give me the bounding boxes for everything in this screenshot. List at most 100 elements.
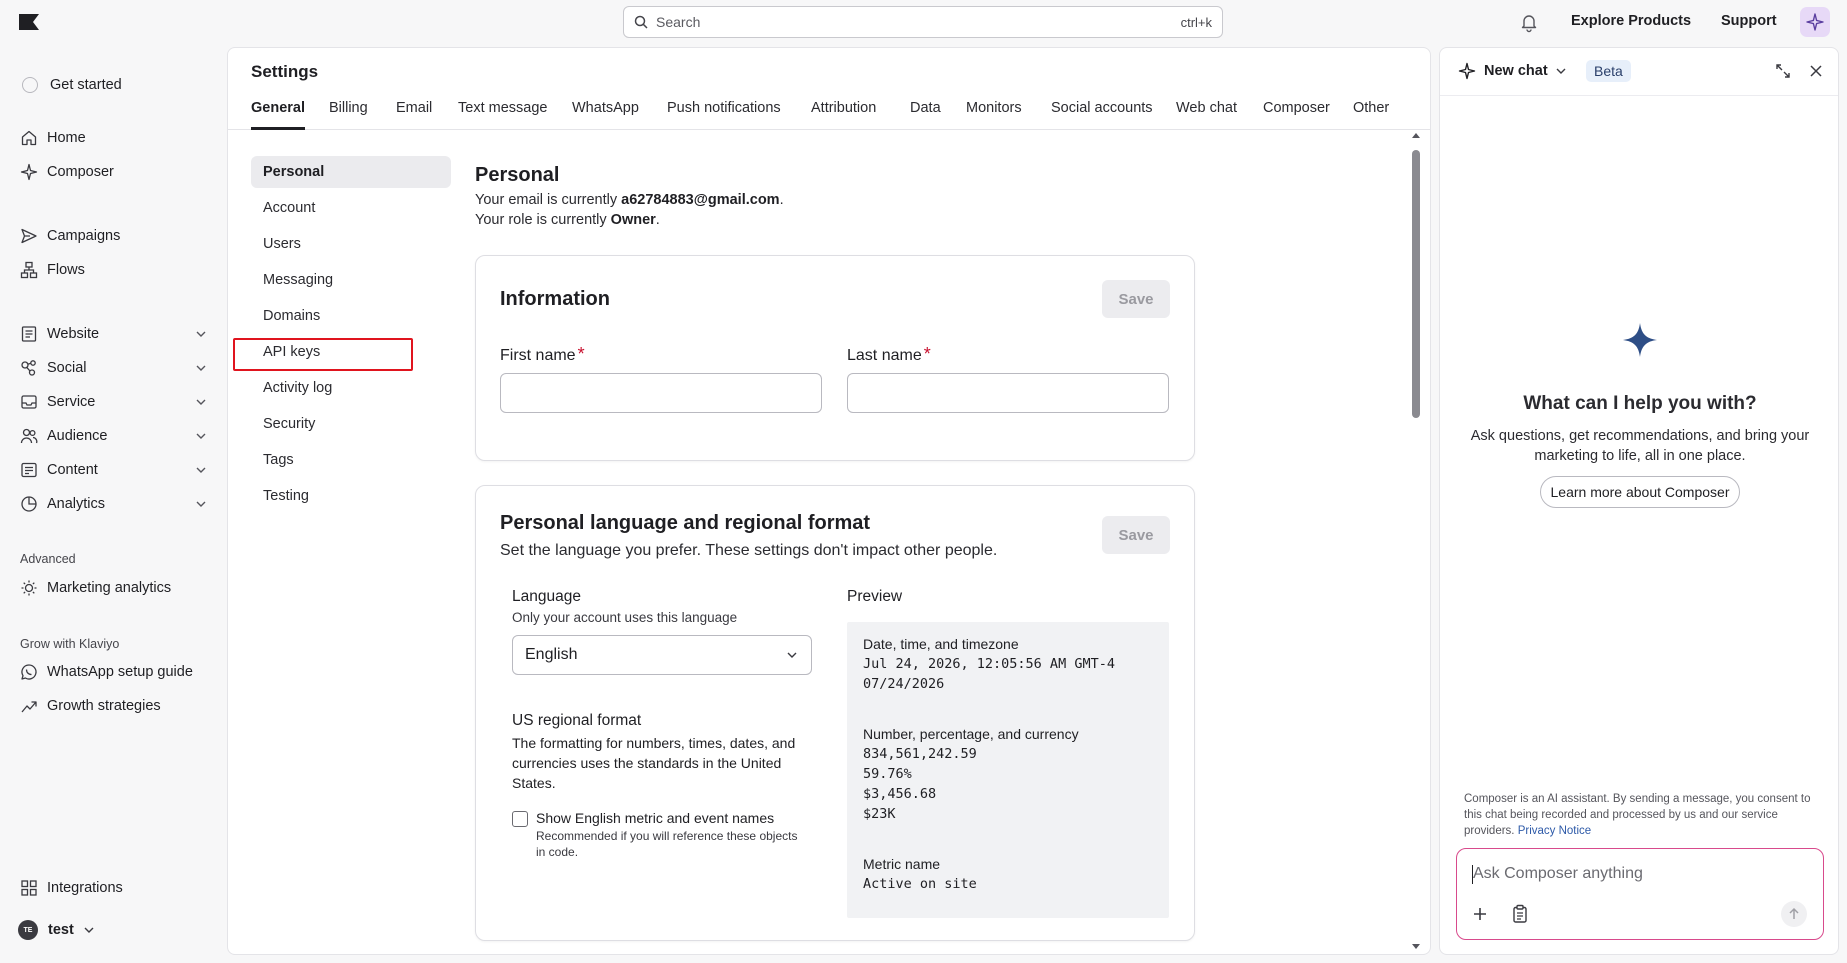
nav-get-started[interactable]: Get started bbox=[20, 73, 210, 97]
subnav-messaging[interactable]: Messaging bbox=[251, 264, 451, 296]
user-menu[interactable]: TE test bbox=[18, 920, 96, 940]
scroll-thumb[interactable] bbox=[1412, 150, 1420, 418]
language-card-title: Personal language and regional format bbox=[500, 512, 871, 534]
nav-website[interactable]: Website bbox=[20, 322, 210, 346]
sparkle-icon bbox=[1458, 62, 1476, 80]
notification-bell-icon[interactable] bbox=[1518, 11, 1540, 33]
tab-composer[interactable]: Composer bbox=[1263, 100, 1330, 116]
nav-audience[interactable]: Audience bbox=[20, 424, 210, 448]
disclaimer-text: Composer is an AI assistant. By sending … bbox=[1464, 793, 1811, 837]
tab-social-accounts[interactable]: Social accounts bbox=[1051, 100, 1153, 116]
grid-icon bbox=[21, 880, 37, 896]
email-prefix: Your email is currently bbox=[475, 192, 622, 208]
tab-billing[interactable]: Billing bbox=[329, 100, 368, 116]
nav-composer[interactable]: Composer bbox=[20, 160, 210, 184]
tab-data[interactable]: Data bbox=[910, 100, 941, 116]
tab-web-chat[interactable]: Web chat bbox=[1176, 100, 1237, 116]
nav-content[interactable]: Content bbox=[20, 458, 210, 482]
metric-names-checkbox[interactable] bbox=[512, 811, 528, 827]
first-name-field[interactable] bbox=[500, 373, 822, 413]
composer-chat-panel: New chat Beta What can I help you with? … bbox=[1439, 47, 1839, 955]
document-icon bbox=[21, 326, 37, 342]
nav-marketing-analytics[interactable]: Marketing analytics bbox=[20, 576, 210, 600]
composer-ai-button[interactable] bbox=[1800, 7, 1830, 37]
subnav-account[interactable]: Account bbox=[251, 192, 451, 224]
tab-general[interactable]: General bbox=[251, 100, 305, 116]
required-asterisk: * bbox=[577, 344, 585, 364]
search-placeholder: Search bbox=[656, 14, 701, 30]
tab-text-message[interactable]: Text message bbox=[458, 100, 547, 116]
nav-label: WhatsApp setup guide bbox=[47, 664, 193, 680]
tab-push-notifications[interactable]: Push notifications bbox=[667, 100, 781, 116]
subnav-testing[interactable]: Testing bbox=[251, 480, 451, 512]
nav-analytics[interactable]: Analytics bbox=[20, 492, 210, 516]
lightbulb-icon bbox=[21, 580, 37, 596]
language-save-button[interactable]: Save bbox=[1102, 516, 1170, 554]
nav-whatsapp-guide[interactable]: WhatsApp setup guide bbox=[20, 660, 210, 684]
email-info: Your email is currently a62784883@gmail.… bbox=[475, 192, 784, 208]
preview-label: Preview bbox=[847, 588, 903, 605]
tab-email[interactable]: Email bbox=[396, 100, 432, 116]
explore-products-link[interactable]: Explore Products bbox=[1571, 13, 1691, 29]
preview-box: Date, time, and timezone Jul 24, 2026, 1… bbox=[847, 622, 1169, 918]
nav-home[interactable]: Home bbox=[20, 126, 210, 150]
subnav-domains[interactable]: Domains bbox=[251, 300, 451, 332]
nav-label: Audience bbox=[47, 428, 108, 444]
preview-compact-currency: $23K bbox=[863, 806, 896, 822]
nav-integrations[interactable]: Integrations bbox=[20, 876, 210, 900]
nav-growth-strategies[interactable]: Growth strategies bbox=[20, 694, 210, 718]
plus-icon[interactable] bbox=[1471, 905, 1489, 923]
tab-whatsapp[interactable]: WhatsApp bbox=[572, 100, 639, 116]
subnav-activity-log[interactable]: Activity log bbox=[251, 372, 451, 404]
chat-header: New chat Beta bbox=[1440, 48, 1838, 96]
tab-other[interactable]: Other bbox=[1353, 100, 1389, 116]
nav-label: Integrations bbox=[47, 880, 123, 896]
subnav-users[interactable]: Users bbox=[251, 228, 451, 260]
nav-label: Growth strategies bbox=[47, 698, 161, 714]
support-link[interactable]: Support bbox=[1721, 13, 1777, 29]
chat-hero-title: What can I help you with? bbox=[1523, 393, 1757, 414]
email-value: a62784883@gmail.com bbox=[621, 192, 780, 208]
tab-monitors[interactable]: Monitors bbox=[966, 100, 1022, 116]
subnav-personal[interactable]: Personal bbox=[251, 156, 451, 188]
language-select[interactable]: English bbox=[512, 635, 812, 675]
expand-icon[interactable] bbox=[1774, 62, 1792, 80]
scroll-down-icon[interactable] bbox=[1412, 942, 1420, 950]
nav-flows[interactable]: Flows bbox=[20, 258, 210, 282]
search-bar[interactable]: Search ctrl+k bbox=[623, 6, 1223, 38]
tab-attribution[interactable]: Attribution bbox=[811, 100, 876, 116]
search-shortcut: ctrl+k bbox=[1180, 14, 1212, 30]
inbox-icon bbox=[21, 395, 37, 409]
clipboard-icon[interactable] bbox=[1511, 904, 1529, 924]
close-icon[interactable] bbox=[1808, 63, 1824, 79]
learn-more-composer-button[interactable]: Learn more about Composer bbox=[1540, 476, 1740, 508]
nav-label: Flows bbox=[47, 262, 85, 278]
klaviyo-logo-icon[interactable] bbox=[18, 12, 40, 32]
chevron-down-icon bbox=[196, 399, 206, 405]
nav-label: Website bbox=[47, 326, 100, 342]
nav-campaigns[interactable]: Campaigns bbox=[20, 224, 210, 248]
nav-social[interactable]: Social bbox=[20, 356, 210, 380]
scroll-up-icon[interactable] bbox=[1412, 132, 1420, 140]
new-chat-dropdown[interactable]: New chat bbox=[1458, 62, 1568, 80]
privacy-notice-link[interactable]: Privacy Notice bbox=[1518, 825, 1592, 837]
subnav-security[interactable]: Security bbox=[251, 408, 451, 440]
metric-names-label: Show English metric and event names bbox=[536, 810, 775, 826]
last-name-field[interactable] bbox=[847, 373, 1169, 413]
preview-datetime-2: 07/24/2026 bbox=[863, 676, 945, 692]
information-card: Information Save First name * Last name * bbox=[475, 255, 1195, 461]
sparkle-icon bbox=[20, 163, 38, 181]
last-name-label: Last name * bbox=[847, 344, 931, 365]
page-title: Settings bbox=[251, 62, 319, 81]
subnav-api-keys[interactable]: API keys bbox=[251, 336, 451, 368]
nav-label: Get started bbox=[50, 77, 122, 93]
scrollbar[interactable] bbox=[1412, 132, 1420, 952]
preview-number: 834,561,242.59 bbox=[863, 746, 977, 762]
subnav-tags[interactable]: Tags bbox=[251, 444, 451, 476]
information-save-button[interactable]: Save bbox=[1102, 280, 1170, 318]
chevron-down-icon bbox=[1556, 68, 1566, 74]
preview-datetime-1: Jul 24, 2026, 12:05:56 AM GMT-4 bbox=[863, 656, 1115, 672]
chat-input[interactable]: Ask Composer anything bbox=[1456, 848, 1824, 940]
send-button[interactable] bbox=[1781, 901, 1807, 927]
nav-service[interactable]: Service bbox=[20, 390, 210, 414]
